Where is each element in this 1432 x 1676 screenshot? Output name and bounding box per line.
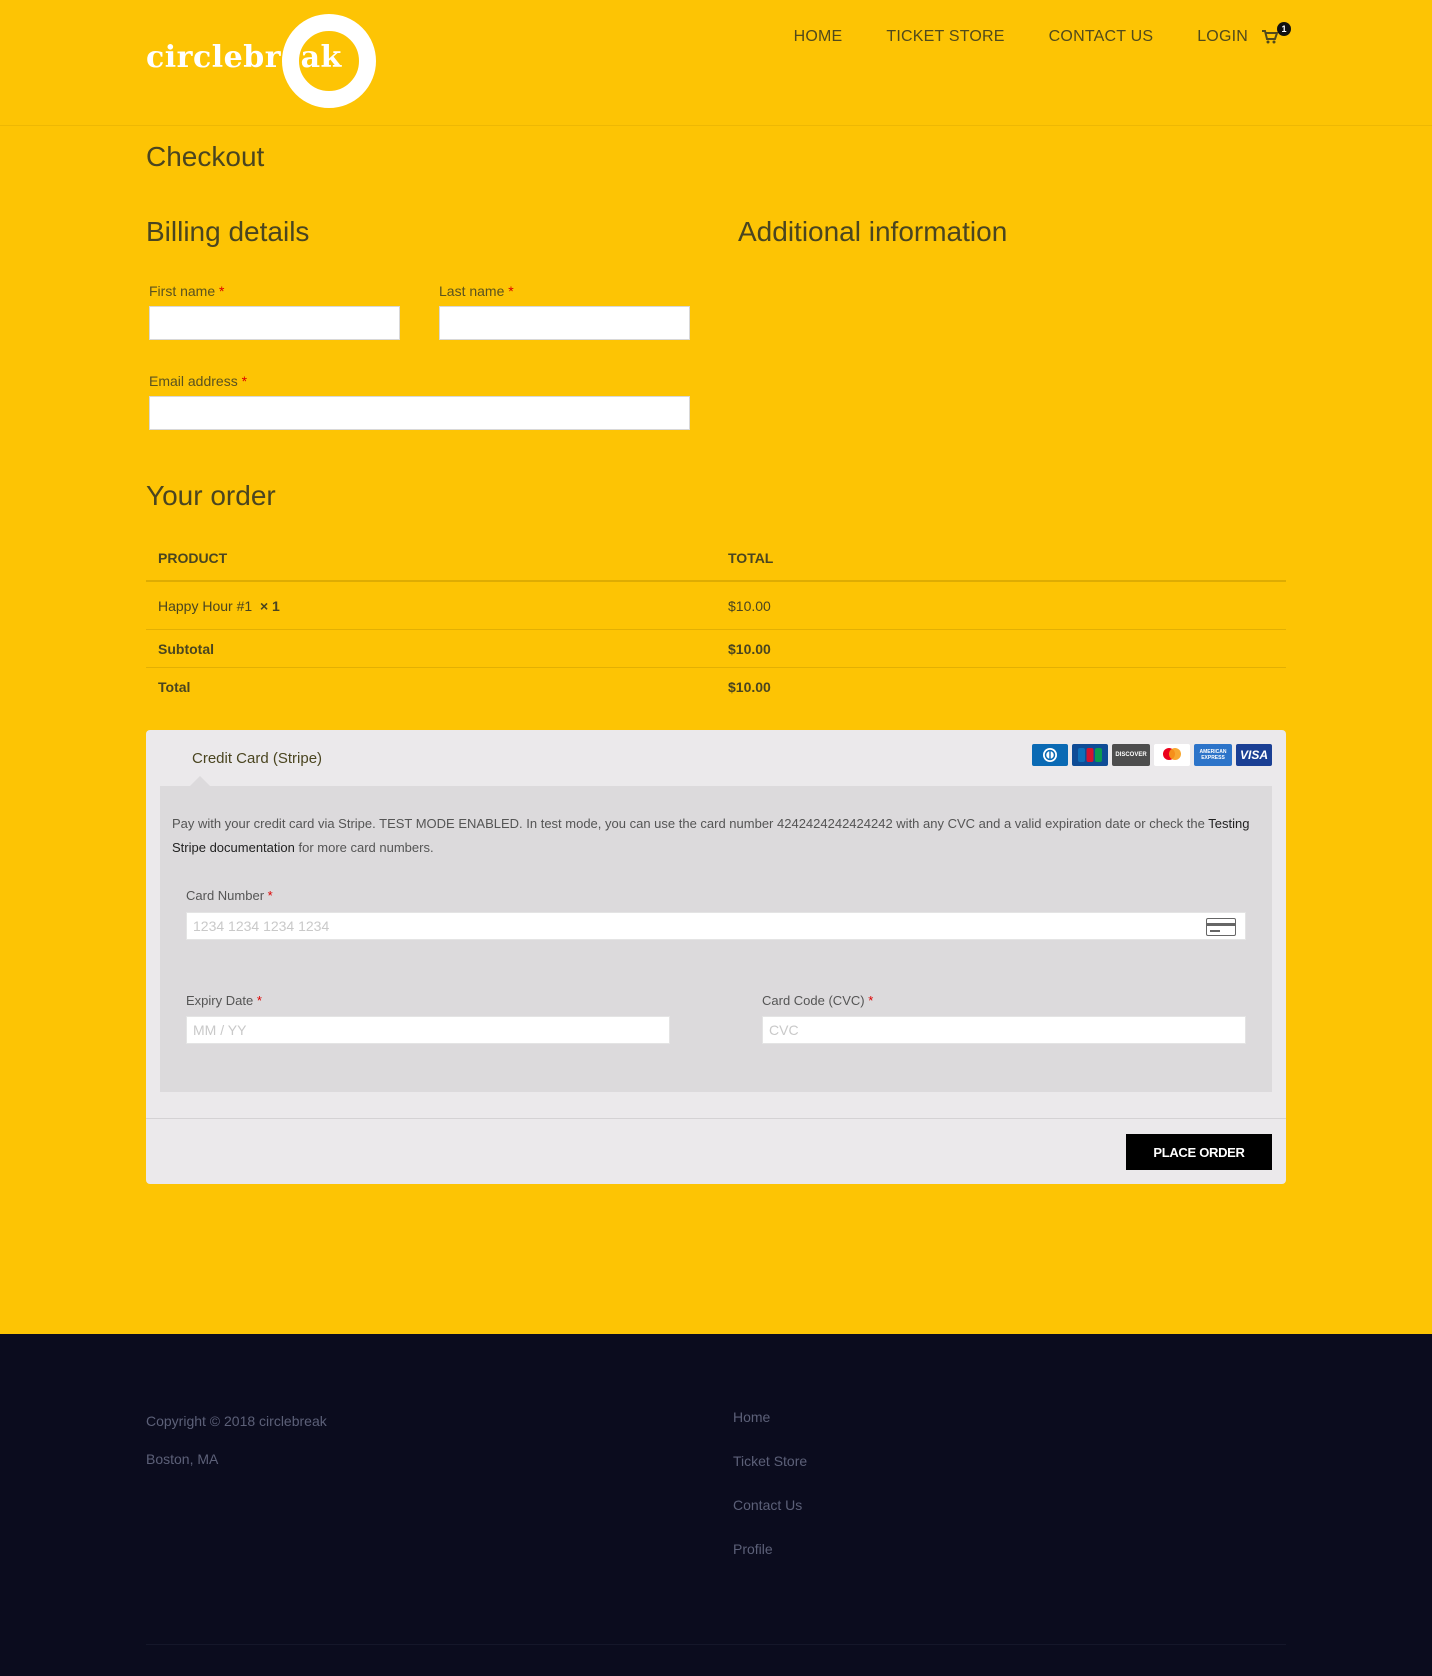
order-item-qty: × 1 [259,597,280,614]
mastercard-icon [1154,744,1190,766]
order-item-name: Happy Hour #1 [158,597,253,614]
payment-method-stripe[interactable]: Credit Card (Stripe) [192,750,322,767]
amex-icon: AMERICAN EXPRESS [1194,744,1232,766]
stripe-payment-box: Pay with your credit card via Stripe. TE… [160,786,1272,1092]
card-brand-logos: DISCOVER AMERICAN EXPRESS VISA [1032,744,1272,766]
footer-divider [146,1644,1286,1645]
footer-link-profile[interactable]: Profile [733,1541,773,1557]
first-name-label: First name * [149,283,225,299]
cart-button[interactable]: 1 [1262,22,1292,48]
logo-ring-icon [282,14,376,108]
footer-link-ticket-store[interactable]: Ticket Store [733,1453,807,1469]
site-footer: Copyright © 2018 circlebreak Boston, MA … [0,1334,1432,1676]
nav-home[interactable]: HOME [794,28,843,46]
footer-link-contact-us[interactable]: Contact Us [733,1497,802,1513]
billing-heading: Billing details [146,216,310,247]
place-order-button[interactable]: PLACE ORDER [1126,1134,1272,1170]
total-value: $10.00 [728,679,771,695]
subtotal-label: Subtotal [158,640,214,657]
footer-location: Boston, MA [146,1451,219,1467]
required-marker: * [256,993,262,1008]
total-row: Total $10.00 [146,668,1286,706]
payment-divider [146,1118,1286,1119]
required-marker: * [508,283,514,299]
nav-contact-us[interactable]: CONTACT US [1049,28,1154,46]
page-title: Checkout [146,141,265,172]
total-label: Total [158,679,191,695]
diners-club-icon [1032,744,1068,766]
nav-ticket-store[interactable]: TICKET STORE [886,28,1004,46]
required-marker: * [219,283,225,299]
total-column-header: TOTAL [728,550,774,566]
last-name-label: Last name * [439,283,514,299]
subtotal-row: Subtotal $10.00 [146,630,1286,668]
site-logo[interactable]: circlebreak [146,14,378,108]
additional-info-heading: Additional information [738,216,1008,247]
payment-box-pointer [190,776,210,786]
order-item-row: Happy Hour #1 × 1 $10.00 [146,582,1286,630]
product-column-header: PRODUCT [158,550,228,566]
visa-icon: VISA [1236,744,1272,766]
main-nav: HOME TICKET STORE CONTACT US LOGIN [750,28,1248,46]
payment-description: Pay with your credit card via Stripe. TE… [172,816,1250,855]
required-marker: * [868,993,874,1008]
required-marker: * [267,888,273,903]
footer-link-home[interactable]: Home [733,1409,770,1425]
discover-icon: DISCOVER [1112,744,1150,766]
order-heading: Your order [146,480,276,511]
cvc-label: Card Code (CVC) * [762,993,874,1008]
card-number-label: Card Number * [186,888,273,903]
email-input[interactable] [149,396,690,430]
order-item-total: $10.00 [728,597,771,614]
required-marker: * [241,373,248,389]
subtotal-value: $10.00 [728,640,771,657]
first-name-input[interactable] [149,306,400,340]
jcb-icon [1072,744,1108,766]
email-label: Email address * [149,373,248,389]
expiry-date-label: Expiry Date * [186,993,262,1008]
card-number-field [186,912,1246,942]
nav-login[interactable]: LOGIN [1197,28,1248,46]
cvc-input[interactable] [762,1016,1246,1044]
cart-icon [1262,30,1278,44]
order-item-product: Happy Hour #1 × 1 [158,598,280,614]
last-name-input[interactable] [439,306,690,340]
footer-copyright: Copyright © 2018 circlebreak [146,1413,327,1429]
card-number-input[interactable] [186,912,1246,940]
order-table-header: PRODUCT TOTAL [146,536,1286,582]
cart-count-badge: 1 [1277,22,1291,36]
site-header: circlebreak HOME TICKET STORE CONTACT US… [0,0,1432,126]
expiry-date-input[interactable] [186,1016,670,1044]
credit-card-icon [1206,918,1236,936]
payment-panel: Credit Card (Stripe) DISCOVER AMERICAN E… [146,730,1286,1184]
order-table: PRODUCT TOTAL Happy Hour #1 × 1 $10.00 S… [146,536,1286,706]
